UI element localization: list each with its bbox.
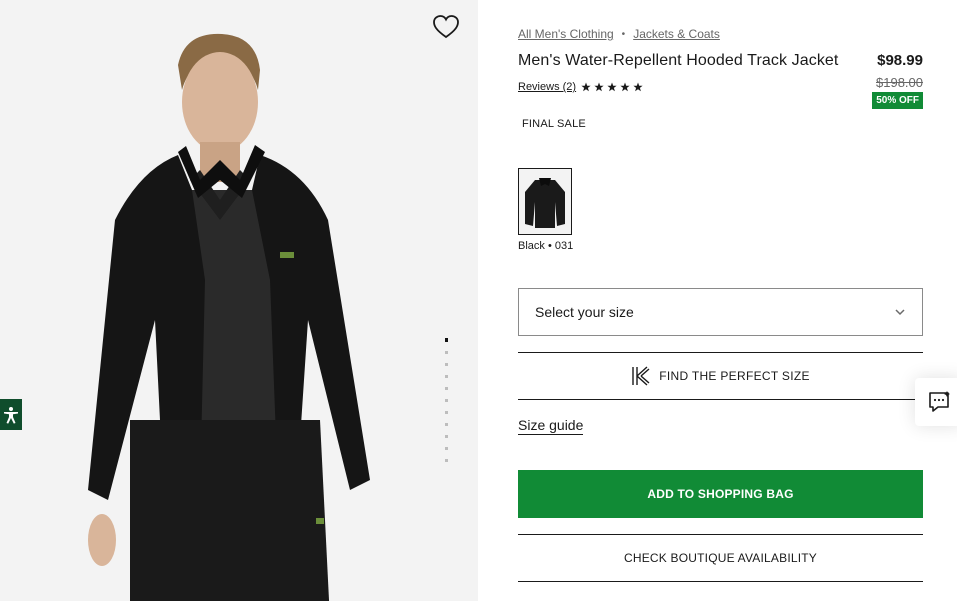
accessibility-icon xyxy=(4,406,18,424)
find-perfect-size-button[interactable]: FIND THE PERFECT SIZE xyxy=(518,352,923,400)
color-label: Black • 031 xyxy=(518,240,574,252)
jacket-thumbnail xyxy=(525,177,565,228)
reviews-summary: Reviews (2) xyxy=(518,81,643,93)
breadcrumb: All Men's Clothing • Jackets & Coats xyxy=(518,27,720,41)
gallery-dot[interactable] xyxy=(444,423,448,426)
original-price: $198.00 xyxy=(876,75,923,90)
product-title: Men's Water-Repellent Hooded Track Jacke… xyxy=(518,52,839,69)
heart-icon xyxy=(433,15,459,39)
product-image xyxy=(88,33,370,601)
gallery-dot[interactable] xyxy=(444,387,448,390)
gallery-dot[interactable] xyxy=(444,351,448,354)
gallery-dot[interactable] xyxy=(444,459,448,462)
size-select-placeholder: Select your size xyxy=(535,304,634,320)
breadcrumb-link-jackets-coats[interactable]: Jackets & Coats xyxy=(633,27,720,41)
gallery-dot[interactable] xyxy=(444,435,448,438)
breadcrumb-separator: • xyxy=(621,28,626,40)
size-guide-link[interactable]: Size guide xyxy=(518,417,584,435)
gallery-dot[interactable] xyxy=(444,411,448,414)
chat-button[interactable] xyxy=(915,378,957,426)
color-swatch-black[interactable] xyxy=(518,168,572,235)
gallery-pagination[interactable] xyxy=(443,338,449,471)
star-icon xyxy=(607,82,617,92)
chat-icon xyxy=(929,391,950,412)
gallery-dot[interactable] xyxy=(444,375,448,378)
size-select[interactable]: Select your size xyxy=(518,288,923,336)
gallery-dot[interactable] xyxy=(444,363,448,366)
gallery-dot[interactable] xyxy=(444,338,448,342)
star-icon xyxy=(594,82,604,92)
breadcrumb-link-all-mens-clothing[interactable]: All Men's Clothing xyxy=(518,27,614,41)
star-icon xyxy=(620,82,630,92)
reviews-link[interactable]: Reviews (2) xyxy=(518,81,576,93)
check-boutique-availability-button[interactable]: CHECK BOUTIQUE AVAILABILITY xyxy=(518,534,923,582)
add-to-shopping-bag-button[interactable]: ADD TO SHOPPING BAG xyxy=(518,470,923,518)
gallery-dot[interactable] xyxy=(444,447,448,450)
perfect-size-k-icon xyxy=(632,366,650,386)
rating-stars xyxy=(581,82,643,92)
discount-badge: 50% OFF xyxy=(872,92,923,109)
final-sale-label: FINAL SALE xyxy=(522,118,586,130)
sale-price: $98.99 xyxy=(877,52,923,69)
find-perfect-size-label: FIND THE PERFECT SIZE xyxy=(659,369,810,383)
star-icon xyxy=(633,82,643,92)
wishlist-button[interactable] xyxy=(432,14,460,40)
star-icon xyxy=(581,82,591,92)
accessibility-button[interactable] xyxy=(0,399,22,430)
product-gallery[interactable] xyxy=(0,0,478,601)
gallery-dot[interactable] xyxy=(444,399,448,402)
chevron-down-icon xyxy=(895,309,905,316)
